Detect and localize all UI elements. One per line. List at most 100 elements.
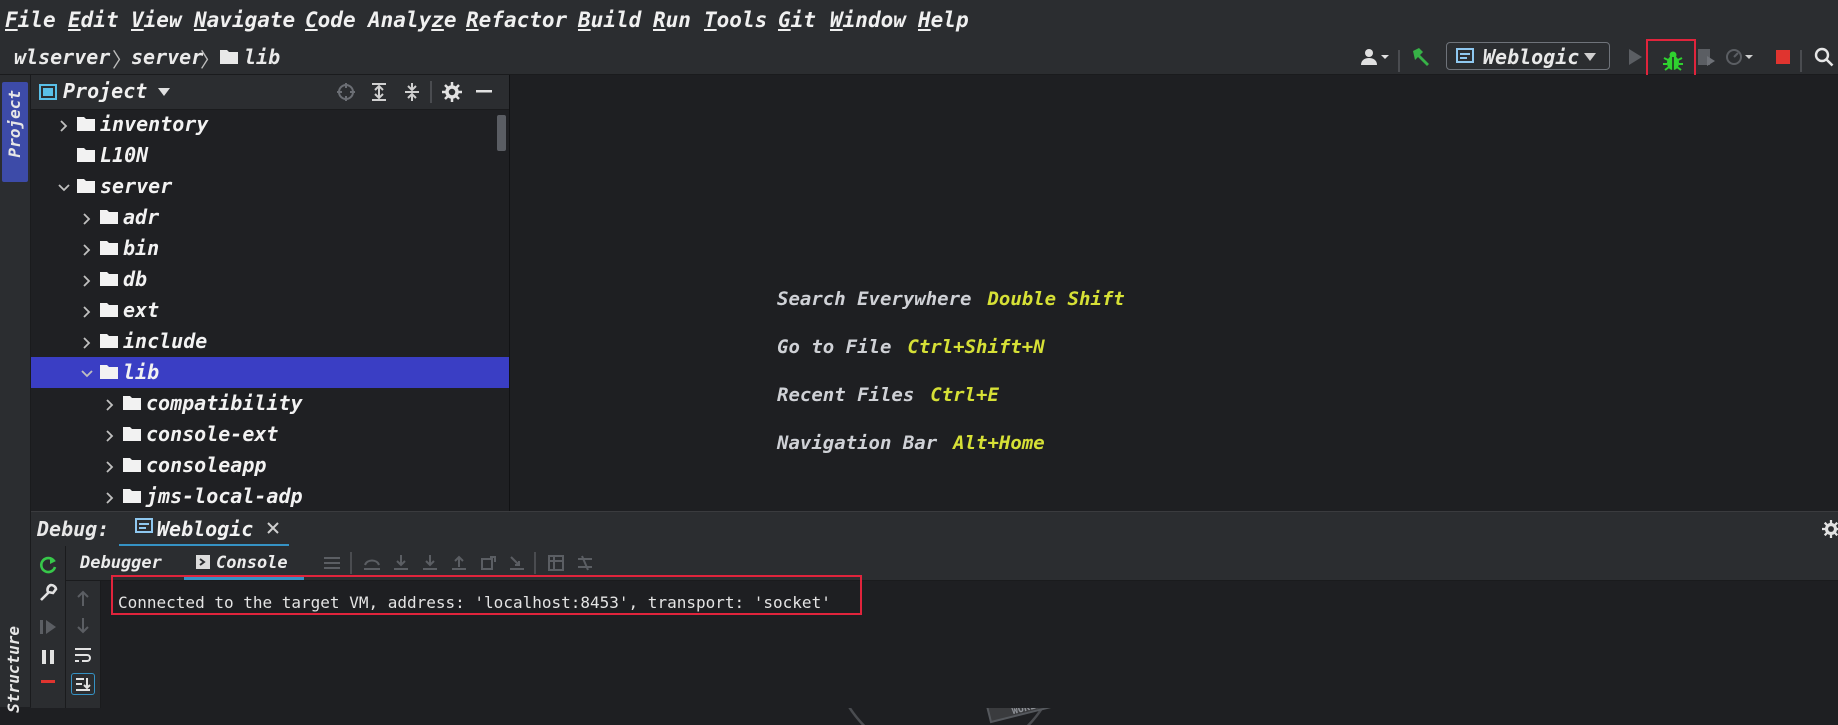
resume-icon[interactable] [37, 616, 59, 638]
structure-tab-label[interactable]: Structure [4, 626, 23, 713]
tree-item-l10n[interactable]: L10N [31, 140, 509, 171]
run-icon[interactable] [1622, 44, 1648, 70]
close-icon[interactable] [265, 520, 281, 536]
project-tab-label: Project [5, 90, 24, 158]
menu-bar: File Edit View Navigate Code Analyze Refactor B… [0, 0, 1838, 40]
menu-analyze[interactable]: Analyze [368, 8, 457, 32]
menu-edit[interactable]: Edit [68, 8, 119, 32]
force-step-into-icon[interactable] [420, 554, 440, 572]
tab-debugger[interactable]: Debugger [80, 553, 162, 573]
chevron-right-icon[interactable] [103, 428, 117, 447]
breadcrumb-wlserver[interactable]: wlserver [14, 45, 110, 69]
drop-frame-icon[interactable] [478, 554, 498, 572]
project-panel-title[interactable]: Project [63, 79, 147, 103]
menu-tools[interactable]: Tools [704, 8, 767, 32]
tree-item-compatibility[interactable]: compatibility [31, 388, 509, 419]
menu-view[interactable]: View [131, 8, 182, 32]
menu-run[interactable]: Run [653, 8, 691, 32]
tree-item-jms-local-adp[interactable]: jms-local-adp [31, 481, 509, 512]
arrow-down-icon[interactable] [74, 617, 92, 635]
folder-icon [100, 209, 118, 224]
folder-icon [100, 271, 118, 286]
chevron-right-icon[interactable] [103, 490, 117, 509]
chevron-right-icon[interactable] [103, 459, 117, 478]
folder-icon [77, 178, 95, 193]
build-hammer-icon[interactable] [1408, 44, 1434, 70]
chevron-right-icon[interactable] [80, 242, 94, 261]
run-config-label: Weblogic [1483, 45, 1580, 69]
user-account-icon[interactable] [1358, 44, 1392, 70]
debug-session-tab[interactable]: Weblogic [119, 512, 289, 547]
evaluate-expression-icon[interactable] [546, 554, 566, 572]
chevron-right-icon[interactable] [57, 118, 71, 137]
chevron-right-icon[interactable] [80, 335, 94, 354]
scrollbar[interactable] [497, 115, 506, 151]
hint-navigation-bar: Navigation Bar Alt+Home [777, 432, 1045, 454]
step-into-icon[interactable] [391, 554, 411, 572]
run-config-icon [1456, 48, 1476, 66]
chevron-right-icon[interactable] [80, 211, 94, 230]
tree-item-label: ext [123, 298, 160, 322]
chevron-right-icon[interactable] [80, 304, 94, 323]
scroll-to-end-icon[interactable] [71, 673, 95, 695]
tree-item-bin[interactable]: bin [31, 233, 509, 264]
menu-help[interactable]: Help [918, 8, 969, 32]
tree-item-consoleapp[interactable]: consoleapp [31, 450, 509, 481]
folder-icon [100, 364, 118, 379]
pause-icon[interactable] [37, 646, 59, 668]
console-icon [196, 555, 210, 569]
tree-item-console-ext[interactable]: console-ext [31, 419, 509, 450]
breadcrumb-lib[interactable]: lib [244, 45, 280, 69]
tree-item-adr[interactable]: adr [31, 202, 509, 233]
hint-search-everywhere: Search Everywhere Double Shift [777, 288, 1125, 310]
run-to-cursor-icon[interactable] [507, 554, 527, 572]
locate-file-icon[interactable] [334, 81, 358, 103]
step-over-icon[interactable] [362, 554, 382, 572]
breadcrumb-server[interactable]: server [131, 45, 203, 69]
search-icon[interactable] [1812, 44, 1836, 70]
tree-item-db[interactable]: db [31, 264, 509, 295]
chevron-right-icon[interactable] [80, 273, 94, 292]
gear-icon[interactable] [1821, 519, 1838, 539]
trace-icon[interactable] [575, 554, 595, 572]
profile-dropdown-icon[interactable] [1724, 44, 1754, 70]
menu-build[interactable]: Build [578, 8, 641, 32]
menu-window[interactable]: Window [830, 8, 906, 32]
tree-item-ext[interactable]: ext [31, 295, 509, 326]
tree-item-label: consoleapp [146, 453, 267, 477]
run-configuration-dropdown[interactable]: Weblogic [1446, 42, 1610, 70]
expand-all-icon[interactable] [367, 81, 391, 103]
step-out-icon[interactable] [449, 554, 469, 572]
run-with-coverage-icon[interactable] [1694, 44, 1718, 70]
folder-icon [123, 488, 141, 503]
gear-icon[interactable] [440, 81, 464, 103]
tree-item-inventory[interactable]: inventory [31, 109, 509, 140]
menu-navigate[interactable]: Navigate [194, 8, 295, 32]
minimize-icon[interactable] [472, 81, 496, 103]
collapse-all-icon[interactable] [400, 81, 424, 103]
menu-lines-icon[interactable] [322, 554, 342, 572]
folder-icon [100, 333, 118, 348]
stop-icon[interactable] [1772, 44, 1794, 70]
run-config-icon [135, 518, 155, 536]
folder-icon [77, 116, 95, 131]
chevron-down-icon[interactable] [80, 366, 94, 385]
menu-code[interactable]: Code [305, 8, 356, 32]
arrow-up-icon[interactable] [74, 589, 92, 607]
wrench-icon[interactable] [37, 582, 59, 604]
chevron-right-icon[interactable] [103, 397, 117, 416]
rerun-icon[interactable] [37, 554, 59, 576]
console-output-highlight [111, 575, 862, 615]
project-tool-window-tab[interactable]: Project [2, 82, 28, 182]
stop-icon[interactable] [37, 674, 59, 684]
tree-item-server[interactable]: server [31, 171, 509, 202]
chevron-down-icon[interactable] [57, 180, 71, 199]
menu-git[interactable]: Git [778, 8, 816, 32]
tree-item-lib[interactable]: lib [31, 357, 509, 388]
chevron-down-icon[interactable] [157, 86, 171, 98]
menu-file[interactable]: File [5, 8, 56, 32]
tree-item-include[interactable]: include [31, 326, 509, 357]
tree-item-label: console-ext [146, 422, 279, 446]
soft-wrap-icon[interactable] [73, 645, 93, 665]
menu-refactor[interactable]: Refactor [466, 8, 567, 32]
